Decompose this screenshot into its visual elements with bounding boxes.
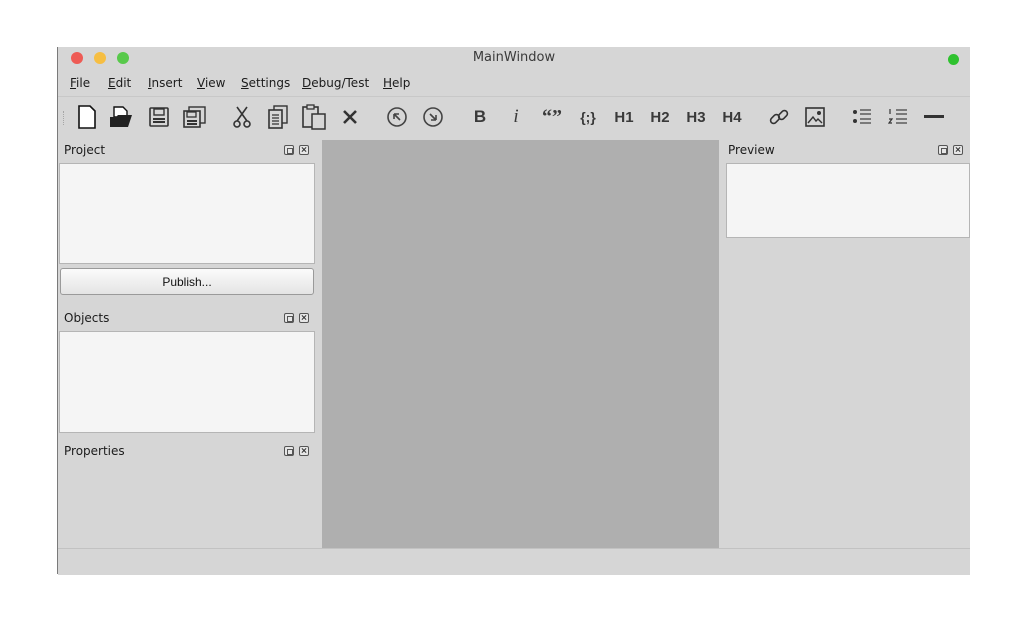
objects-dock-controls [284,313,309,323]
menu-edit[interactable]: Edit [108,76,131,90]
save-icon [149,107,169,127]
menu-help[interactable]: Help [383,76,410,90]
properties-dock-controls [284,446,309,456]
status-light-icon [948,54,959,65]
status-bar [58,548,970,575]
undo-icon [387,107,407,127]
heading1-button[interactable]: H1 [611,105,637,129]
preview-dock-controls [938,145,963,155]
save-button[interactable] [146,105,172,129]
paste-button[interactable] [301,104,327,130]
menu-debug-test[interactable]: Debug/Test [302,76,369,90]
insert-image-button[interactable] [802,105,828,129]
project-dock-close-icon[interactable] [299,145,309,155]
link-icon [769,109,789,125]
scissors-icon [233,106,251,128]
objects-dock-float-icon[interactable] [284,313,294,323]
open-file-button[interactable] [109,105,135,129]
copy-icon [268,105,288,129]
heading3-button[interactable]: H3 [683,105,709,129]
preview-dock-close-icon[interactable] [953,145,963,155]
objects-list[interactable] [59,331,315,433]
delete-button[interactable] [337,105,363,129]
ordered-list-button[interactable] [885,105,911,129]
publish-button[interactable]: Publish... [60,268,314,295]
heading4-button[interactable]: H4 [719,105,745,129]
cut-button[interactable] [229,105,255,129]
main-window: MainWindow File Edit Insert View Setting… [57,47,970,575]
project-tree[interactable] [59,163,315,264]
preview-pane[interactable] [726,163,970,238]
menu-view[interactable]: View [197,76,225,90]
menu-settings[interactable]: Settings [241,76,290,90]
save-all-icon [183,106,206,128]
properties-dock-title: Properties [64,444,125,458]
horizontal-rule-button[interactable] [921,105,947,129]
objects-dock-close-icon[interactable] [299,313,309,323]
code-button[interactable]: {;} [575,105,601,129]
title-bar: MainWindow [58,47,970,69]
redo-icon [423,107,443,127]
save-all-button[interactable] [182,105,208,129]
undo-button[interactable] [384,105,410,129]
window-title: MainWindow [472,50,556,65]
menu-file[interactable]: File [70,76,90,90]
italic-button[interactable]: i [503,105,529,129]
bullet-list-icon [853,109,871,124]
project-dock-float-icon[interactable] [284,145,294,155]
editor-area[interactable] [322,140,719,548]
copy-button[interactable] [265,105,291,129]
toolbar: B i “” {;} H1 H2 H3 H4 [58,97,970,138]
bold-button[interactable]: B [467,105,493,129]
insert-link-button[interactable] [766,105,792,129]
new-file-button[interactable] [74,105,100,129]
delete-x-icon [343,110,357,124]
preview-dock-float-icon[interactable] [938,145,948,155]
project-dock-controls [284,145,309,155]
objects-dock-title: Objects [64,311,110,325]
open-folder-icon [110,106,132,127]
properties-dock-close-icon[interactable] [299,446,309,456]
properties-dock-float-icon[interactable] [284,446,294,456]
unordered-list-button[interactable] [849,105,875,129]
numbered-list-icon [888,109,907,124]
horizontal-rule-icon [924,115,944,118]
paste-icon [302,104,326,130]
new-file-icon [78,105,96,129]
blockquote-button[interactable]: “” [539,105,565,129]
project-dock-title: Project [64,143,106,157]
preview-dock-title: Preview [728,143,775,157]
heading2-button[interactable]: H2 [647,105,673,129]
menu-insert[interactable]: Insert [148,76,182,90]
toolbar-grip[interactable] [63,111,67,125]
image-icon [805,107,825,127]
menu-bar: File Edit Insert View Settings Debug/Tes… [58,71,970,95]
redo-button[interactable] [420,105,446,129]
